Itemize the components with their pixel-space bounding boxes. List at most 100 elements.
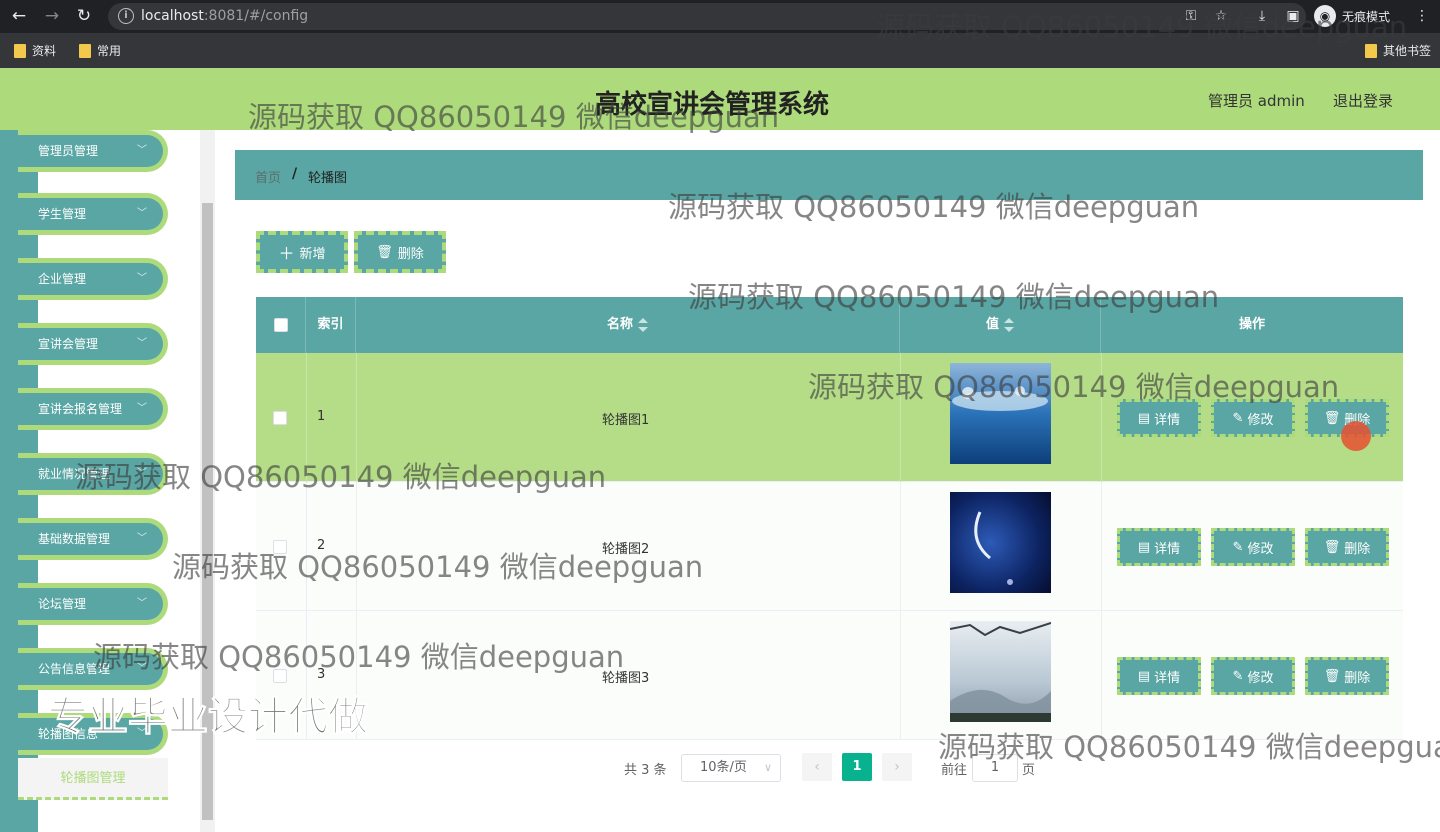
page-size-select[interactable]: 10条/页 ∨ bbox=[681, 754, 781, 782]
carousel-thumbnail[interactable] bbox=[949, 621, 1052, 722]
table-row[interactable]: 2 轮播图2 ▤ 详情 ✎ 修改 🗑 删除 bbox=[256, 482, 1403, 611]
goto-page-input[interactable]: 1 bbox=[972, 754, 1018, 782]
row-index: 3 bbox=[317, 667, 326, 682]
bookmarks-bar: 资料 常用 其他书签 bbox=[0, 33, 1440, 68]
sidebar-item-admin[interactable]: 管理员管理 ﹀ bbox=[18, 130, 168, 172]
bookmark-folder[interactable]: 资料 bbox=[14, 42, 56, 59]
sidebar-item-forum[interactable]: 论坛管理 ﹀ bbox=[18, 583, 168, 625]
col-actions: 操作 bbox=[1238, 317, 1265, 332]
site-info-icon[interactable]: i bbox=[118, 8, 134, 24]
bookmark-folder[interactable]: 常用 bbox=[79, 42, 121, 59]
sort-icon[interactable] bbox=[1004, 317, 1014, 332]
chevron-down-icon: ﹀ bbox=[137, 468, 147, 479]
row-name: 轮播图1 bbox=[602, 413, 650, 428]
key-icon[interactable]: ⚿ bbox=[1181, 6, 1201, 26]
table-header: 索引 名称 值 操作 bbox=[256, 297, 1403, 353]
sort-icon[interactable] bbox=[638, 317, 648, 332]
incognito-indicator[interactable]: ◉ 无痕模式 bbox=[1314, 5, 1390, 27]
chevron-down-icon: ﹀ bbox=[137, 273, 147, 284]
app-title: 高校宣讲会管理系统 bbox=[595, 90, 830, 120]
trash-icon: 🗑 bbox=[1323, 410, 1341, 426]
detail-button[interactable]: ▤ 详情 bbox=[1117, 528, 1201, 566]
chevron-down-icon: ∨ bbox=[763, 761, 772, 774]
trash-icon: 🗑 bbox=[376, 244, 393, 260]
carousel-thumbnail[interactable] bbox=[950, 492, 1051, 593]
folder-icon bbox=[79, 43, 91, 58]
col-name[interactable]: 名称 bbox=[356, 297, 900, 353]
carousel-thumbnail[interactable] bbox=[950, 363, 1051, 464]
back-icon[interactable]: ← bbox=[9, 6, 29, 26]
goto-label: 前往 bbox=[941, 763, 968, 778]
folder-icon bbox=[14, 43, 26, 58]
pencil-icon: ✎ bbox=[1232, 539, 1244, 555]
browser-toolbar: ← → ↻ i localhost:8081/#/config ⚿ ☆ ⤓ ▣ … bbox=[0, 0, 1440, 33]
trash-icon: 🗑 bbox=[1323, 668, 1341, 684]
incognito-label: 无痕模式 bbox=[1342, 9, 1391, 24]
document-icon: ▤ bbox=[1137, 410, 1151, 426]
page-number-button[interactable]: 1 bbox=[842, 753, 872, 781]
sidebar-item-students[interactable]: 学生管理 ﹀ bbox=[18, 193, 168, 235]
cursor-highlight bbox=[1341, 421, 1371, 451]
sidebar-item-basic-data[interactable]: 基础数据管理 ﹀ bbox=[18, 518, 168, 560]
download-icon[interactable]: ⤓ bbox=[1252, 6, 1272, 26]
sidebar-item-registration[interactable]: 宣讲会报名管理 ﹀ bbox=[18, 388, 168, 430]
chevron-down-icon: ﹀ bbox=[137, 403, 147, 414]
chevron-down-icon: ﹀ bbox=[137, 533, 147, 544]
add-button[interactable]: ＋新增 bbox=[256, 231, 348, 273]
chevron-down-icon: ﹀ bbox=[137, 598, 147, 609]
row-index: 1 bbox=[317, 409, 326, 424]
prev-page-button[interactable]: ‹ bbox=[802, 753, 832, 781]
col-index: 索引 bbox=[306, 297, 356, 353]
detail-button[interactable]: ▤ 详情 bbox=[1117, 657, 1201, 695]
edit-button[interactable]: ✎ 修改 bbox=[1211, 657, 1295, 695]
row-checkbox[interactable] bbox=[273, 540, 287, 554]
goto-suffix: 页 bbox=[1022, 763, 1036, 778]
chevron-down-icon: ﹀ bbox=[137, 208, 147, 219]
plus-icon: ＋ bbox=[278, 244, 295, 263]
logout-button[interactable]: 退出登录 bbox=[1333, 90, 1393, 111]
edit-button[interactable]: ✎ 修改 bbox=[1211, 528, 1295, 566]
col-value[interactable]: 值 bbox=[900, 297, 1101, 353]
pencil-icon: ✎ bbox=[1232, 410, 1244, 426]
batch-delete-button[interactable]: 🗑 删除 bbox=[354, 231, 446, 273]
folder-icon bbox=[1365, 43, 1377, 58]
edit-button[interactable]: ✎ 修改 bbox=[1211, 399, 1295, 437]
url-text: localhost:8081/#/config bbox=[141, 8, 309, 24]
sidebar-subitem-carousel-manage[interactable]: 轮播图管理 bbox=[18, 758, 168, 800]
select-all-checkbox[interactable] bbox=[274, 318, 288, 332]
table-row[interactable]: 3 轮播图3 ▤ 详情 ✎ 修改 🗑 删除 bbox=[256, 611, 1403, 740]
chevron-down-icon: ﹀ bbox=[137, 145, 147, 156]
bookmark-other[interactable]: 其他书签 bbox=[1365, 42, 1431, 59]
table-row[interactable]: 1 轮播图1 ▤ 详情 ✎ 修改 🗑 删除 bbox=[256, 353, 1403, 482]
app-header: 高校宣讲会管理系统 管理员 admin 退出登录 bbox=[0, 68, 1440, 130]
dark-night-sky-photo bbox=[950, 492, 1051, 593]
trash-icon: 🗑 bbox=[1323, 539, 1341, 555]
incognito-icon: ◉ bbox=[1314, 5, 1336, 27]
detail-button[interactable]: ▤ 详情 bbox=[1117, 399, 1201, 437]
delete-button[interactable]: 🗑 删除 bbox=[1305, 528, 1389, 566]
breadcrumb-home[interactable]: 首页 bbox=[255, 167, 281, 186]
sidepanel-icon[interactable]: ▣ bbox=[1283, 6, 1303, 26]
select-all-cell bbox=[256, 297, 306, 353]
pager-total: 共 3 条 bbox=[624, 763, 667, 778]
sidebar-item-employment[interactable]: 就业情况管理 ﹀ bbox=[18, 453, 168, 495]
menu-dots-icon[interactable]: ⋮ bbox=[1412, 6, 1432, 26]
row-checkbox[interactable] bbox=[273, 669, 287, 683]
pencil-icon: ✎ bbox=[1232, 668, 1244, 684]
document-icon: ▤ bbox=[1137, 539, 1151, 555]
row-checkbox[interactable] bbox=[273, 411, 287, 425]
address-bar[interactable]: i localhost:8081/#/config bbox=[108, 3, 1306, 30]
row-name: 轮播图3 bbox=[602, 671, 650, 686]
admin-label: 管理员 admin bbox=[1208, 92, 1305, 110]
reload-icon[interactable]: ↻ bbox=[74, 6, 94, 26]
misty-landscape-photo bbox=[949, 621, 1052, 722]
sidebar-item-companies[interactable]: 企业管理 ﹀ bbox=[18, 258, 168, 300]
row-name: 轮播图2 bbox=[602, 542, 650, 557]
watermark-banner: 专业毕业设计代做 bbox=[48, 694, 369, 741]
sidebar-item-talks[interactable]: 宣讲会管理 ﹀ bbox=[18, 323, 168, 365]
forward-icon[interactable]: → bbox=[42, 6, 62, 26]
delete-button[interactable]: 🗑 删除 bbox=[1305, 657, 1389, 695]
next-page-button[interactable]: › bbox=[882, 753, 912, 781]
star-icon[interactable]: ☆ bbox=[1211, 6, 1231, 26]
chevron-down-icon: ﹀ bbox=[137, 663, 147, 674]
